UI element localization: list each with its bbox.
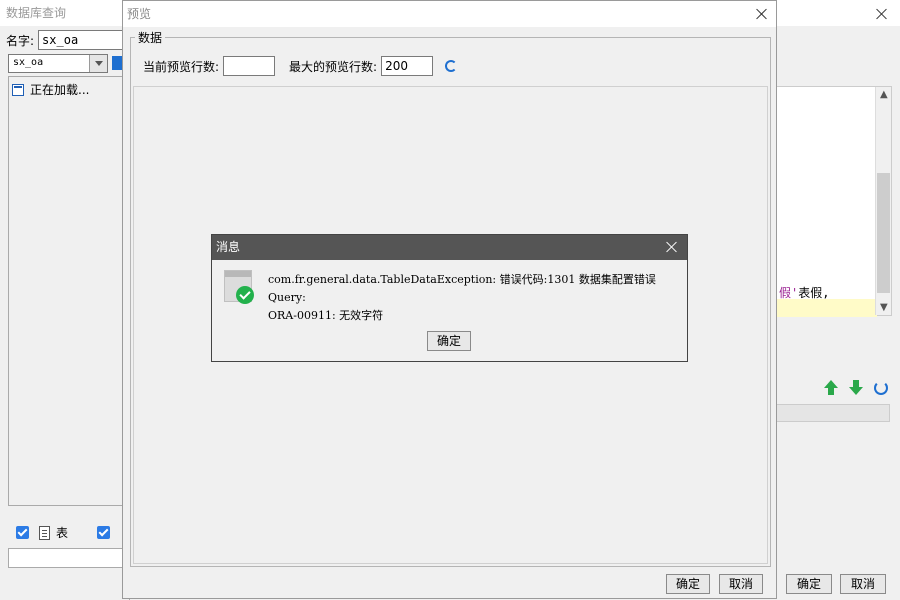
message-line-2: Query: <box>268 291 306 304</box>
message-ok-button[interactable]: 确定 <box>427 331 471 351</box>
database-select[interactable]: sx_oa <box>8 54 108 73</box>
view-checkbox[interactable] <box>97 526 110 539</box>
scroll-down-icon[interactable]: ▼ <box>880 302 888 313</box>
message-line-1: com.fr.general.data.TableDataException: … <box>268 273 656 286</box>
database-icon <box>12 83 24 96</box>
database-query-window: 数据库查询 名字: sx_oa 正在加载... 表 <box>0 0 130 600</box>
move-down-icon[interactable] <box>849 380 863 396</box>
database-query-title: 数据库查询 <box>0 0 129 26</box>
current-rows-input[interactable] <box>223 56 276 76</box>
close-icon[interactable] <box>666 241 678 253</box>
close-icon[interactable] <box>756 8 768 20</box>
name-label: 名字: <box>6 33 35 48</box>
refresh-icon[interactable] <box>874 381 888 395</box>
scroll-up-icon[interactable]: ▲ <box>880 89 888 100</box>
table-checkbox-row[interactable]: 表 <box>16 524 68 541</box>
max-rows-input[interactable] <box>381 56 434 76</box>
data-group-label: 数据 <box>135 29 166 46</box>
move-up-icon[interactable] <box>824 380 838 396</box>
cancel-button[interactable]: 取消 <box>719 574 763 594</box>
database-select-value: sx_oa <box>13 57 44 68</box>
tree-item[interactable]: 正在加载... <box>12 81 89 98</box>
dataset-editor-titlebar <box>776 0 900 26</box>
ok-button[interactable]: 确定 <box>786 574 832 594</box>
preview-rows-row: 当前预览行数: 最大的预览行数: <box>143 56 458 76</box>
table-tree: 正在加载... <box>8 76 123 506</box>
dataset-editor-window: 假'表假, ▲ ▼ 确定 取消 <box>776 0 900 600</box>
name-row: 名字: <box>6 30 129 50</box>
close-icon[interactable] <box>876 8 888 20</box>
current-rows-label: 当前预览行数: <box>143 59 220 74</box>
sql-editor-scrollbar[interactable]: ▲ ▼ <box>875 87 891 315</box>
message-line-3: ORA-00911: 无效字符 <box>268 309 384 322</box>
max-rows-label: 最大的预览行数: <box>289 59 378 74</box>
sql-editor[interactable]: 假'表假, ▲ ▼ <box>776 86 892 317</box>
message-title-bar: 消息 <box>212 235 687 260</box>
message-dialog: 消息 com.fr.general.data.TableDataExceptio… <box>211 234 688 362</box>
cancel-button[interactable]: 取消 <box>840 574 886 594</box>
table-icon <box>39 525 50 540</box>
message-title: 消息 <box>216 240 241 254</box>
current-line-highlight <box>777 299 877 317</box>
preview-title-bar: 预览 <box>123 1 776 27</box>
success-icon <box>224 270 254 304</box>
scrollbar-thumb[interactable] <box>877 173 890 293</box>
parameter-table-header <box>776 404 890 422</box>
ok-button[interactable]: 确定 <box>666 574 710 594</box>
sql-line: 假'表假, <box>779 286 830 300</box>
refresh-icon[interactable] <box>445 60 458 72</box>
table-checkbox-label: 表 <box>56 526 69 540</box>
filter-input[interactable] <box>8 548 126 568</box>
message-body: com.fr.general.data.TableDataException: … <box>268 271 656 325</box>
table-checkbox[interactable] <box>16 526 29 539</box>
preview-title: 预览 <box>127 7 152 21</box>
tree-item-label: 正在加载... <box>30 83 90 97</box>
name-input[interactable] <box>38 30 129 50</box>
chevron-down-icon[interactable] <box>89 55 107 72</box>
